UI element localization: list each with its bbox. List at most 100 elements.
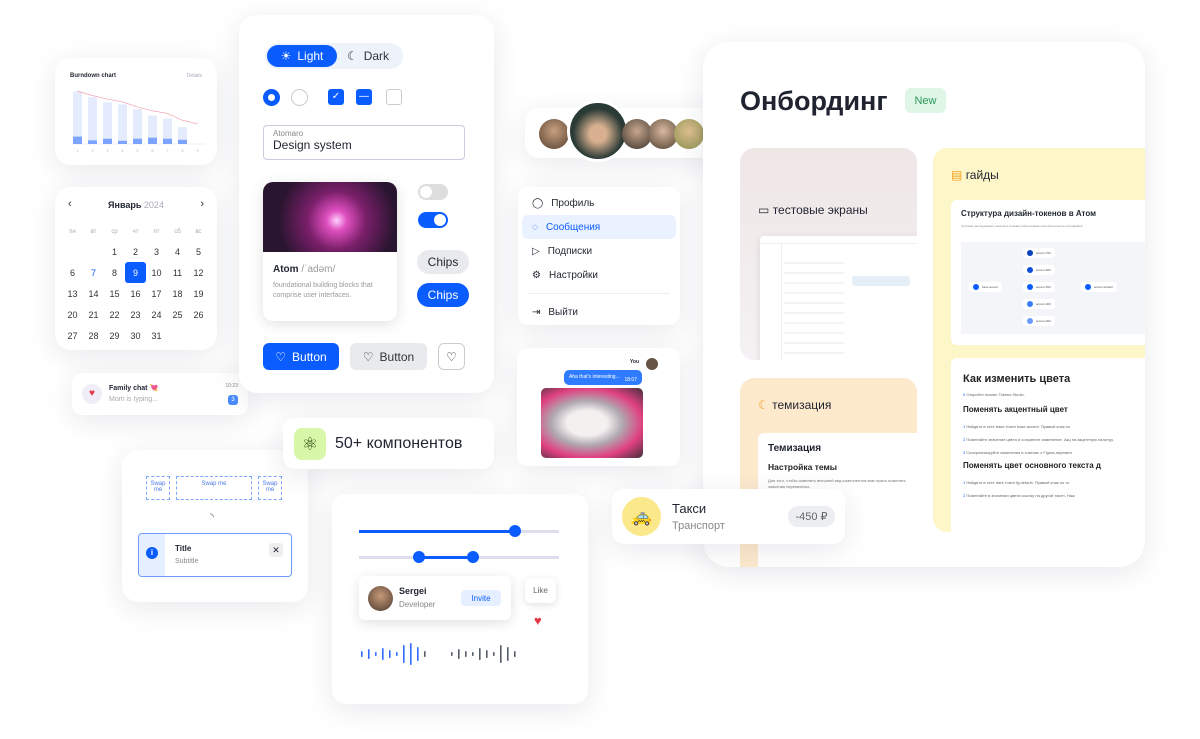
- doc-paragraph: Система наследования токенов в Атомаро о…: [961, 224, 1083, 228]
- bar-total: [118, 104, 127, 144]
- next-month-icon[interactable]: ›: [200, 198, 204, 210]
- calendar-day[interactable]: 10: [146, 262, 167, 283]
- calendar-day[interactable]: 3: [146, 241, 167, 262]
- swap-item[interactable]: Swap me: [146, 476, 170, 500]
- chat-title: Family chat 💘: [109, 385, 159, 392]
- chat-card: You Aha that's interesting... 18:07: [517, 348, 680, 466]
- calendar-day[interactable]: 25: [167, 304, 188, 325]
- toggle-off[interactable]: [418, 184, 448, 200]
- wave-bar: [368, 649, 370, 659]
- step: Поменяйте в значении цвета ссылку на дру…: [966, 493, 1075, 499]
- calendar-day[interactable]: 14: [83, 283, 104, 304]
- calendar-day[interactable]: 1: [104, 241, 125, 262]
- checkbox-unchecked[interactable]: [386, 89, 402, 105]
- radio-checked[interactable]: [263, 89, 280, 106]
- checkbox-checked[interactable]: ✓: [328, 89, 344, 105]
- theme-dark-button[interactable]: ☾ Dark: [337, 45, 399, 67]
- transaction-item[interactable]: 🚕 Такси Транспорт -450 ₽: [612, 489, 845, 544]
- calendar-day[interactable]: 19: [188, 283, 209, 304]
- menu-label: Сообщения: [545, 221, 601, 233]
- calendar-day[interactable]: 22: [104, 304, 125, 325]
- slider[interactable]: [359, 525, 559, 537]
- bar-total: [73, 91, 82, 144]
- range-handle-max[interactable]: [467, 551, 479, 563]
- calendar-day[interactable]: 7: [83, 262, 104, 283]
- chip-selected[interactable]: Chips: [417, 283, 469, 307]
- calendar-day[interactable]: 29: [104, 325, 125, 346]
- guides-section[interactable]: ▤ гайды Структура дизайн-токенов в Атом …: [933, 148, 1145, 532]
- calendar-day: [188, 325, 209, 346]
- menu-item-logout[interactable]: ⇥ Выйти: [522, 300, 676, 324]
- atom-phonetic: /ˈadəm/: [301, 264, 336, 275]
- calendar-day[interactable]: 2: [125, 241, 146, 262]
- components-card: ☀ Light ☾ Dark ✓ — Atomaro Design system A…: [239, 15, 494, 393]
- menu-item-profile[interactable]: ◯ Профиль: [522, 191, 676, 215]
- calendar-day[interactable]: 28: [83, 325, 104, 346]
- heart-icon[interactable]: ♥: [534, 613, 542, 628]
- calendar-day[interactable]: 26: [188, 304, 209, 325]
- heart-icon: ♡: [275, 349, 287, 364]
- calendar-day[interactable]: 12: [188, 262, 209, 283]
- slider-handle[interactable]: [509, 525, 521, 537]
- calendar-day[interactable]: 13: [62, 283, 83, 304]
- calendar-day[interactable]: 11: [167, 262, 188, 283]
- swap-item[interactable]: Swap me: [258, 476, 282, 500]
- primary-button[interactable]: ♡ Button: [263, 343, 339, 370]
- checkbox-indeterminate[interactable]: —: [356, 89, 372, 105]
- window-icon: ▭: [758, 203, 770, 217]
- bar-done: [103, 138, 112, 144]
- swap-card: Swap me Swap me Swap me ◝ i Title Subtit…: [122, 450, 308, 602]
- avatar[interactable]: [674, 119, 704, 149]
- menu-item-subscriptions[interactable]: ▷ Подписки: [522, 239, 676, 263]
- calendar-day[interactable]: 21: [83, 304, 104, 325]
- close-icon[interactable]: ✕: [269, 543, 283, 557]
- wave-bar: [493, 652, 495, 656]
- doc-heading: Темизация: [768, 443, 822, 454]
- design-system-input[interactable]: Atomaro Design system: [263, 125, 465, 160]
- calendar-day[interactable]: 8: [104, 262, 125, 283]
- calendar-day[interactable]: 31: [146, 325, 167, 346]
- calendar-day[interactable]: 15: [104, 283, 125, 304]
- toggle-on[interactable]: [418, 212, 448, 228]
- wave-bar: [472, 652, 474, 656]
- calendar-day[interactable]: 24: [146, 304, 167, 325]
- invite-button[interactable]: Invite: [461, 590, 501, 606]
- swap-item[interactable]: Swap me: [176, 476, 252, 500]
- calendar-day[interactable]: 20: [62, 304, 83, 325]
- doc-heading: Структура дизайн-токенов в Атом: [961, 209, 1097, 218]
- moon-icon: ☾: [346, 49, 358, 63]
- play-icon: ▷: [532, 245, 540, 257]
- token-node: accent default: [1081, 282, 1117, 292]
- menu-item-messages[interactable]: ◌ Сообщения: [522, 215, 676, 239]
- calendar-day[interactable]: 5: [188, 241, 209, 262]
- avatar[interactable]: [539, 119, 569, 149]
- avatar-active[interactable]: [567, 100, 629, 162]
- calendar-day[interactable]: 6: [62, 262, 83, 283]
- calendar-day[interactable]: 18: [167, 283, 188, 304]
- calendar-day[interactable]: 23: [125, 304, 146, 325]
- calendar-day[interactable]: 30: [125, 325, 146, 346]
- calendar-day[interactable]: 4: [167, 241, 188, 262]
- calendar-day[interactable]: 17: [146, 283, 167, 304]
- range-handle-min[interactable]: [413, 551, 425, 563]
- range-slider[interactable]: [359, 551, 559, 563]
- x-tick-label: 1: [76, 148, 79, 153]
- calendar-day[interactable]: 9: [125, 262, 146, 283]
- audio-waveform[interactable]: [358, 642, 548, 666]
- secondary-button[interactable]: ♡ Button: [350, 343, 427, 370]
- screens-section[interactable]: ▭ тестовые экраны: [740, 148, 917, 360]
- family-chat-item[interactable]: ♥ Family chat 💘 Mom is typing... 10:23 3: [72, 373, 248, 415]
- menu-item-settings[interactable]: ⚙ Настройки: [522, 263, 676, 287]
- radio-unchecked[interactable]: [291, 89, 308, 106]
- message-icon: ◌: [532, 221, 538, 233]
- calendar-day[interactable]: 16: [125, 283, 146, 304]
- message-bubble: Aha that's interesting... 18:07: [564, 370, 642, 385]
- calendar-day[interactable]: 27: [62, 325, 83, 346]
- heart-icon-button[interactable]: ♡: [438, 343, 465, 370]
- details-link[interactable]: Details: [187, 73, 202, 79]
- theme-switch: ☀ Light ☾ Dark: [265, 43, 403, 69]
- atom-card[interactable]: Atom /ˈadəm/ foundational building block…: [263, 182, 397, 321]
- chip[interactable]: Chips: [417, 250, 469, 274]
- wave-bar: [424, 651, 426, 657]
- theme-light-button[interactable]: ☀ Light: [267, 45, 337, 67]
